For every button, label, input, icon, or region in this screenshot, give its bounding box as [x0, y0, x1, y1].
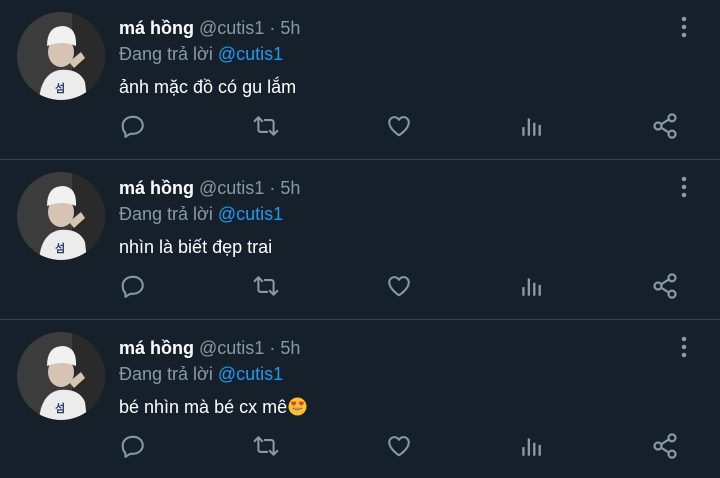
heart-icon[interactable] — [379, 426, 419, 466]
analytics-icon[interactable] — [512, 266, 552, 306]
reply-icon[interactable] — [113, 106, 153, 146]
replying-prefix: Đang trả lời — [119, 204, 213, 224]
replying-to: Đang trả lời @cutis1 — [119, 363, 283, 385]
display-name[interactable]: má hồng — [119, 18, 194, 38]
separator-dot: · — [269, 338, 276, 358]
retweet-icon[interactable] — [246, 266, 286, 306]
separator-dot: · — [269, 178, 276, 198]
tweet[interactable]: 섬 má hồng @cutis1 · 5h Đang trả lời @cut… — [0, 0, 720, 160]
tweet-header: má hồng @cutis1 · 5h — [119, 177, 300, 199]
heart-icon[interactable] — [379, 266, 419, 306]
tweet-header: má hồng @cutis1 · 5h — [119, 337, 300, 359]
user-handle[interactable]: @cutis1 — [199, 18, 264, 38]
action-bar — [0, 266, 720, 306]
action-bar — [0, 426, 720, 466]
replying-to: Đang trả lời @cutis1 — [119, 203, 283, 225]
avatar-photo: 섬 — [17, 172, 105, 260]
avatar-photo: 섬 — [17, 12, 105, 100]
reply-icon[interactable] — [113, 426, 153, 466]
display-name[interactable]: má hồng — [119, 178, 194, 198]
timestamp[interactable]: 5h — [280, 18, 300, 38]
share-icon[interactable] — [645, 106, 685, 146]
svg-text:섬: 섬 — [55, 81, 65, 95]
heart-eyes-emoji — [288, 397, 307, 416]
replying-to: Đang trả lời @cutis1 — [119, 43, 283, 65]
more-options-icon[interactable] — [675, 14, 693, 40]
avatar-photo: 섬 — [17, 332, 105, 420]
retweet-icon[interactable] — [246, 426, 286, 466]
replying-prefix: Đang trả lời — [119, 364, 213, 384]
avatar[interactable]: 섬 — [17, 12, 105, 100]
reply-feed: 섬 má hồng @cutis1 · 5h Đang trả lời @cut… — [0, 0, 720, 478]
svg-text:섬: 섬 — [55, 241, 65, 255]
analytics-icon[interactable] — [512, 426, 552, 466]
display-name[interactable]: má hồng — [119, 338, 194, 358]
tweet[interactable]: 섬 má hồng @cutis1 · 5h Đang trả lời @cut… — [0, 160, 720, 320]
analytics-icon[interactable] — [512, 106, 552, 146]
replying-prefix: Đang trả lời — [119, 44, 213, 64]
tweet-text-container: bé nhìn mà bé cx mê — [119, 396, 307, 418]
svg-text:섬: 섬 — [55, 401, 65, 415]
mention-link[interactable]: @cutis1 — [218, 44, 283, 64]
tweet-header: má hồng @cutis1 · 5h — [119, 17, 300, 39]
more-options-icon[interactable] — [675, 174, 693, 200]
tweet[interactable]: 섬 má hồng @cutis1 · 5h Đang trả lời @cut… — [0, 320, 720, 478]
heart-icon[interactable] — [379, 106, 419, 146]
user-handle[interactable]: @cutis1 — [199, 338, 264, 358]
share-icon[interactable] — [645, 266, 685, 306]
user-handle[interactable]: @cutis1 — [199, 178, 264, 198]
mention-link[interactable]: @cutis1 — [218, 364, 283, 384]
more-options-icon[interactable] — [675, 334, 693, 360]
timestamp[interactable]: 5h — [280, 178, 300, 198]
tweet-text: ảnh mặc đồ có gu lắm — [119, 77, 297, 97]
avatar[interactable]: 섬 — [17, 332, 105, 420]
separator-dot: · — [269, 18, 276, 38]
avatar[interactable]: 섬 — [17, 172, 105, 260]
retweet-icon[interactable] — [246, 106, 286, 146]
action-bar — [0, 106, 720, 146]
timestamp[interactable]: 5h — [280, 338, 300, 358]
tweet-text: nhìn là biết đẹp trai — [119, 237, 273, 257]
share-icon[interactable] — [645, 426, 685, 466]
tweet-text: bé nhìn mà bé cx mê — [119, 397, 288, 417]
mention-link[interactable]: @cutis1 — [218, 204, 283, 224]
reply-icon[interactable] — [113, 266, 153, 306]
